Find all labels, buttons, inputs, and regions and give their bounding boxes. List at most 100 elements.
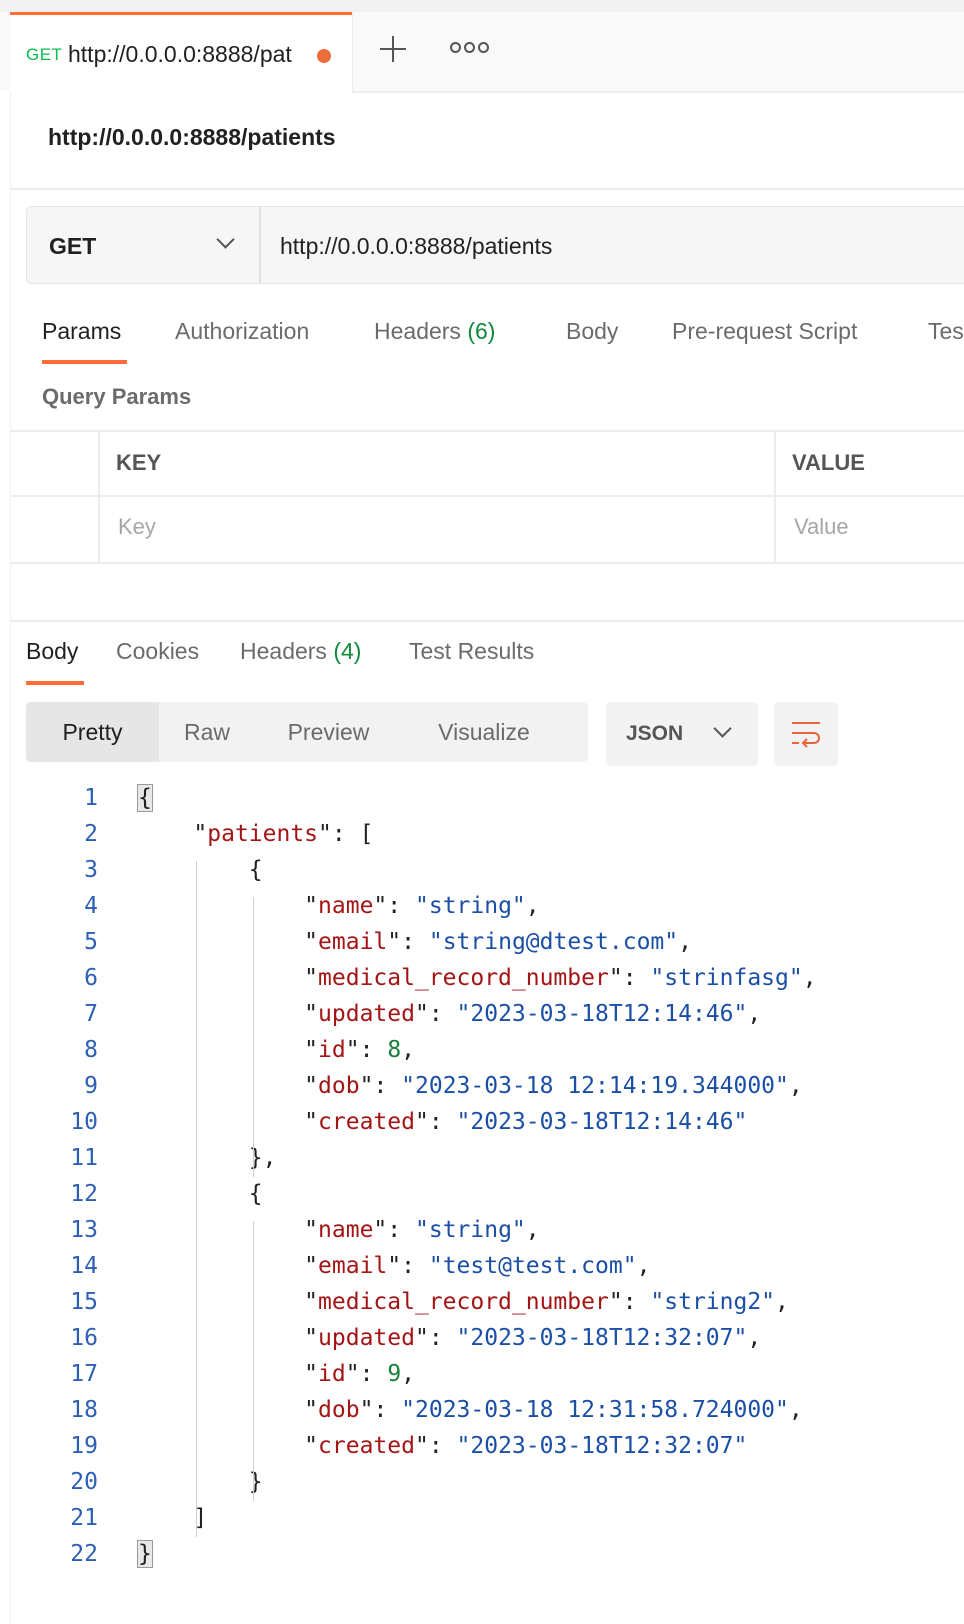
url-bar: GET http://0.0.0.0:8888/patients bbox=[26, 206, 964, 284]
line-number: 9 bbox=[84, 1073, 98, 1099]
request-name[interactable]: http://0.0.0.0:8888/patients bbox=[48, 124, 336, 151]
chevron-down-icon bbox=[713, 719, 732, 738]
code-line: 14 "email": "test@test.com", bbox=[0, 1253, 964, 1289]
code-text: } bbox=[248, 1469, 263, 1495]
code-text: "created": "2023-03-18T12:32:07" bbox=[304, 1433, 748, 1459]
code-text: "updated": "2023-03-18T12:32:07", bbox=[304, 1325, 762, 1351]
code-line: 22} bbox=[0, 1540, 964, 1577]
tab-body[interactable]: Body bbox=[566, 318, 618, 345]
plus-icon[interactable] bbox=[380, 36, 406, 62]
tab-authorization[interactable]: Authorization bbox=[175, 318, 309, 345]
view-mode-group: Pretty Raw Preview Visualize bbox=[26, 702, 588, 762]
active-response-tab-underline bbox=[26, 681, 84, 685]
line-number: 1 bbox=[84, 785, 98, 811]
query-params-table: KEY VALUE Key Value bbox=[10, 430, 964, 564]
view-pretty-button[interactable]: Pretty bbox=[26, 702, 159, 762]
url-input[interactable]: http://0.0.0.0:8888/patients bbox=[280, 233, 552, 260]
code-text: "dob": "2023-03-18 12:31:58.724000", bbox=[304, 1397, 803, 1423]
view-preview-button[interactable]: Preview bbox=[255, 702, 402, 762]
line-number: 13 bbox=[70, 1217, 98, 1243]
line-number: 12 bbox=[70, 1181, 98, 1207]
format-select[interactable]: JSON bbox=[606, 702, 758, 766]
code-line: 10 "created": "2023-03-18T12:14:46" bbox=[0, 1109, 964, 1145]
table-border bbox=[10, 495, 964, 497]
code-line: 21 ] bbox=[0, 1505, 964, 1541]
code-line: 2 "patients": [ bbox=[0, 821, 964, 857]
code-text: "id": 8, bbox=[304, 1037, 416, 1063]
indent-guide bbox=[253, 1221, 254, 1501]
tab-tests[interactable]: Tes bbox=[928, 318, 964, 345]
line-number: 21 bbox=[70, 1505, 98, 1531]
code-line: 3 { bbox=[0, 857, 964, 893]
code-text: "patients": [ bbox=[193, 821, 374, 847]
view-raw-button[interactable]: Raw bbox=[159, 702, 255, 762]
key-column-header: KEY bbox=[116, 450, 162, 475]
view-visualize-button[interactable]: Visualize bbox=[402, 702, 566, 762]
line-number: 16 bbox=[70, 1325, 98, 1351]
indent-guide bbox=[253, 897, 254, 1177]
table-border bbox=[98, 430, 100, 564]
tab-count: (6) bbox=[467, 318, 496, 344]
method-select[interactable]: GET bbox=[27, 207, 261, 283]
chevron-down-icon bbox=[216, 230, 235, 249]
code-line: 8 "id": 8, bbox=[0, 1037, 964, 1073]
table-border bbox=[774, 430, 776, 564]
code-text: } bbox=[137, 1540, 153, 1568]
code-text: "medical_record_number": "string2", bbox=[304, 1289, 789, 1315]
tab-title: http://0.0.0.0:8888/pat bbox=[68, 41, 292, 67]
response-tab-headers[interactable]: Headers (4) bbox=[240, 638, 361, 665]
line-number: 14 bbox=[70, 1253, 98, 1279]
tab-label: Test Results bbox=[409, 638, 535, 664]
code-line: 16 "updated": "2023-03-18T12:32:07", bbox=[0, 1325, 964, 1361]
code-line: 20 } bbox=[0, 1469, 964, 1505]
code-line: 15 "medical_record_number": "string2", bbox=[0, 1289, 964, 1325]
table-border bbox=[10, 430, 964, 432]
unsaved-changes-dot-icon bbox=[317, 49, 331, 63]
code-text: "id": 9, bbox=[304, 1361, 416, 1387]
code-line: 4 "name": "string", bbox=[0, 893, 964, 929]
line-number: 6 bbox=[84, 965, 98, 991]
tab-separator bbox=[352, 12, 353, 91]
line-number: 3 bbox=[84, 857, 98, 883]
wrap-lines-icon bbox=[792, 722, 820, 748]
tab-label: Tes bbox=[928, 318, 964, 344]
line-number: 5 bbox=[84, 929, 98, 955]
response-tab-body[interactable]: Body bbox=[26, 638, 78, 665]
code-text: { bbox=[248, 1181, 263, 1207]
code-line: 12 { bbox=[0, 1181, 964, 1217]
line-number: 22 bbox=[70, 1541, 98, 1567]
tab-label: Authorization bbox=[175, 318, 310, 344]
code-text: "dob": "2023-03-18 12:14:19.344000", bbox=[304, 1073, 803, 1099]
code-line: 9 "dob": "2023-03-18 12:14:19.344000", bbox=[0, 1073, 964, 1109]
tab-label: Pre-request Script bbox=[672, 318, 858, 344]
ellipsis-icon[interactable] bbox=[450, 42, 489, 56]
tab-label: Body bbox=[26, 638, 79, 664]
tab-pre-request-script[interactable]: Pre-request Script bbox=[672, 318, 857, 345]
tab-params[interactable]: Params bbox=[42, 318, 121, 345]
value-column-header: VALUE bbox=[792, 450, 865, 475]
code-line: 13 "name": "string", bbox=[0, 1217, 964, 1253]
line-number: 2 bbox=[84, 821, 98, 847]
line-number: 17 bbox=[70, 1361, 98, 1387]
request-tab[interactable]: GET http://0.0.0.0:8888/pat bbox=[10, 12, 352, 93]
code-line: 19 "created": "2023-03-18T12:32:07" bbox=[0, 1433, 964, 1469]
code-text: "created": "2023-03-18T12:14:46" bbox=[304, 1109, 748, 1135]
tab-strip-top-edge bbox=[0, 0, 964, 12]
code-text: "updated": "2023-03-18T12:14:46", bbox=[304, 1001, 762, 1027]
value-input[interactable]: Value bbox=[794, 514, 849, 540]
code-text: "name": "string", bbox=[304, 1217, 540, 1243]
code-line: 17 "id": 9, bbox=[0, 1361, 964, 1397]
code-line: 11 }, bbox=[0, 1145, 964, 1181]
response-tab-cookies[interactable]: Cookies bbox=[116, 638, 199, 665]
code-line: 7 "updated": "2023-03-18T12:14:46", bbox=[0, 1001, 964, 1037]
code-text: { bbox=[248, 857, 263, 883]
response-tab-test-results[interactable]: Test Results bbox=[409, 638, 534, 665]
tab-headers[interactable]: Headers (6) bbox=[374, 318, 495, 345]
code-line: 6 "medical_record_number": "strinfasg", bbox=[0, 965, 964, 1001]
line-number: 7 bbox=[84, 1001, 98, 1027]
method-select-value: GET bbox=[49, 233, 97, 259]
wrap-lines-button[interactable] bbox=[774, 702, 838, 766]
code-text: }, bbox=[248, 1145, 277, 1171]
key-input[interactable]: Key bbox=[118, 514, 156, 540]
code-line: 5 "email": "string@dtest.com", bbox=[0, 929, 964, 965]
